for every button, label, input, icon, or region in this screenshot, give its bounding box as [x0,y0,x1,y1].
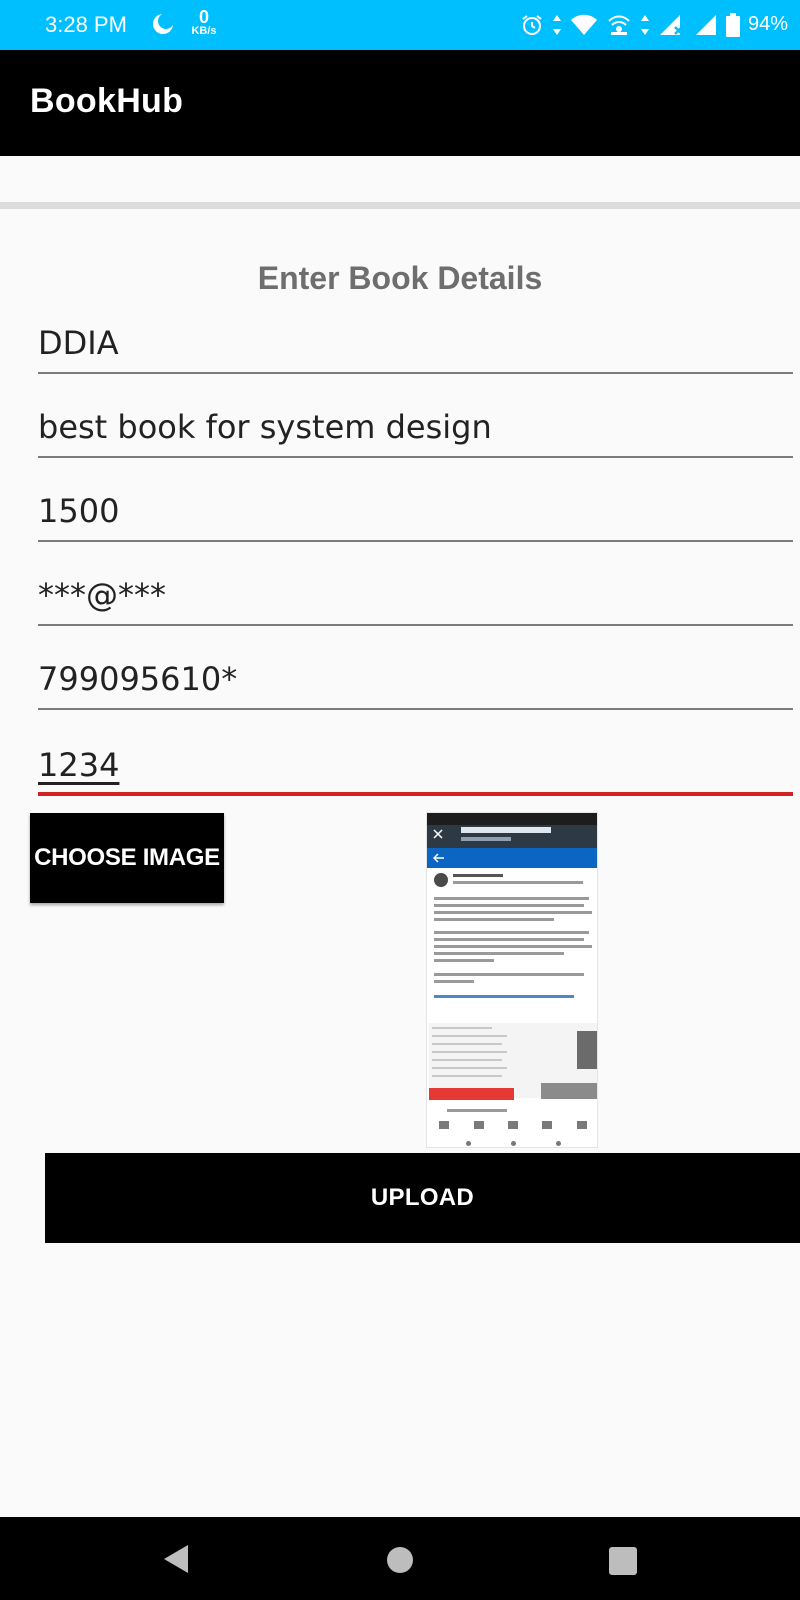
preview-text-line [434,952,564,955]
network-speed: 0 KB/s [186,8,222,37]
preview-table-row [432,1059,502,1061]
phone-field[interactable]: 799095610* [38,648,793,710]
preview-comment-line [447,1109,507,1112]
preview-hashtag-line [434,995,574,998]
preview-bottom-nav [427,1121,597,1135]
preview-app-bar [427,848,597,868]
data-arrows-icon-2 [640,14,650,36]
preview-nav-item [473,1121,484,1129]
preview-text-line [434,897,589,900]
book-price-value: 1500 [38,492,120,530]
preview-text-line [434,959,494,962]
preview-title-line [461,827,551,833]
preview-nav-item [439,1121,450,1129]
preview-nav-item [542,1121,553,1129]
book-name-field[interactable]: DDIA [38,312,793,374]
field-underline-active [38,792,793,796]
field-underline [38,372,793,374]
pincode-field[interactable]: 1234 [38,734,793,796]
form-heading: Enter Book Details [257,260,543,296]
battery-percent: 94% [747,13,788,35]
system-nav-bar [0,1517,800,1600]
signal-no-sim-icon [658,13,686,37]
preview-text-line [434,980,474,983]
screen: 3:28 PM 0 KB/s 94% BookHub Enter Book De… [0,0,800,1600]
moon-icon [152,13,174,35]
preview-browser-bar [427,825,597,848]
preview-text-line [434,918,554,921]
preview-status-bar [427,813,597,825]
preview-table-row [432,1067,507,1069]
field-underline [38,540,793,542]
choose-image-button[interactable]: CHOOSE IMAGE [30,813,224,903]
preview-red-block [429,1088,514,1100]
home-icon[interactable] [387,1547,413,1573]
network-speed-value: 0 [198,7,209,27]
book-name-value: DDIA [38,324,119,362]
preview-close-icon [433,829,443,839]
pincode-value: 1234 [38,746,120,784]
preview-sys-nav-dot [465,1141,471,1146]
selected-image-preview [426,812,598,1148]
preview-table-row [432,1051,507,1053]
network-speed-unit: KB/s [191,25,217,37]
alarm-icon [520,13,544,37]
divider [0,202,800,209]
phone-value: 799095610* [38,660,238,698]
preview-text-line [434,945,592,948]
data-arrows-icon [552,14,562,36]
preview-text-line [434,931,589,934]
recent-apps-icon[interactable] [609,1547,637,1575]
email-field[interactable]: ***@*** [38,564,793,626]
status-icons [520,12,740,38]
preview-system-nav [427,1138,597,1147]
app-bar: BookHub [0,50,800,156]
status-time: 3:28 PM [45,12,127,37]
preview-table-row [432,1035,507,1037]
preview-table-row [432,1075,502,1077]
preview-sys-nav-dot [555,1141,561,1146]
hotspot-icon [606,13,632,37]
preview-text-line [434,938,584,941]
preview-table-row [432,1043,502,1045]
signal-icon [694,13,718,37]
preview-text-line [434,904,584,907]
book-description-field[interactable]: best book for system design [38,396,793,458]
wifi-icon [570,14,598,36]
book-description-value: best book for system design [38,408,492,446]
upload-button[interactable]: UPLOAD [45,1153,800,1243]
back-icon[interactable] [162,1543,190,1579]
book-price-field[interactable]: 1500 [38,480,793,542]
field-underline [38,456,793,458]
app-title: BookHub [30,82,184,120]
preview-text-line [453,881,583,884]
preview-grey-block [541,1083,597,1099]
preview-nav-item [576,1121,587,1129]
email-value: ***@*** [38,576,166,614]
preview-text-line [453,874,503,877]
preview-text-line [434,911,592,914]
preview-nav-item [507,1121,518,1129]
preview-table-row [432,1027,492,1029]
field-underline [38,624,793,626]
preview-text-line [434,973,584,976]
preview-url-line [461,837,511,841]
battery-icon [726,13,740,37]
preview-avatar [434,873,448,887]
status-bar: 3:28 PM 0 KB/s 94% [0,0,800,50]
preview-photo [577,1031,597,1069]
preview-back-arrow-icon [433,853,444,863]
preview-sys-nav-dot [510,1141,516,1146]
field-underline [38,708,793,710]
